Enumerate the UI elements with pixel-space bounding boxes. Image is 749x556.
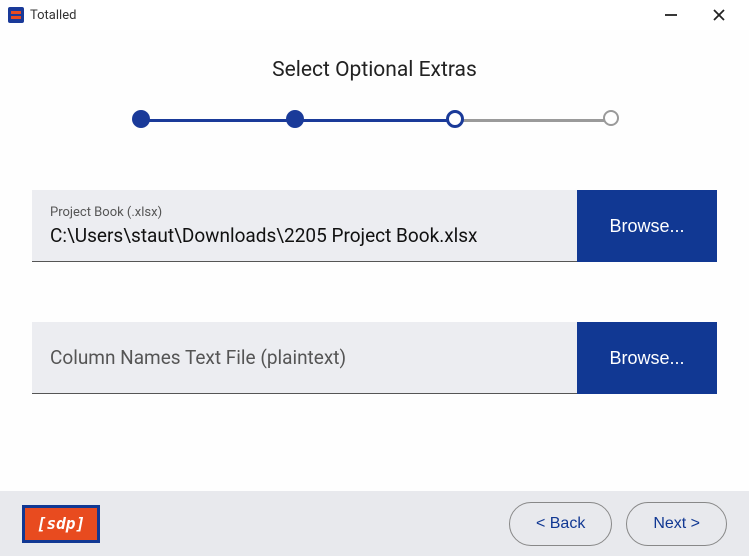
title-bar: Totalled <box>0 0 749 30</box>
stepper-track-empty <box>460 119 611 122</box>
close-button[interactable] <box>709 5 729 25</box>
nav-buttons: < Back Next > <box>509 502 727 546</box>
back-button[interactable]: < Back <box>509 502 612 546</box>
app-icon <box>8 7 24 23</box>
step-dot-2 <box>286 110 304 128</box>
stepper <box>130 110 619 130</box>
column-names-placeholder: Column Names Text File (plaintext) <box>50 346 559 369</box>
project-book-row: Project Book (.xlsx) C:\Users\staut\Down… <box>32 190 717 262</box>
project-book-value: C:\Users\staut\Downloads\2205 Project Bo… <box>50 224 559 247</box>
next-button[interactable]: Next > <box>626 502 727 546</box>
footer: [sdp] < Back Next > <box>0 491 749 556</box>
column-names-browse-button[interactable]: Browse... <box>577 322 717 394</box>
step-dot-1 <box>132 110 150 128</box>
column-names-input[interactable]: Column Names Text File (plaintext) <box>32 322 577 394</box>
project-book-label: Project Book (.xlsx) <box>50 205 559 220</box>
step-dot-4 <box>603 110 619 126</box>
window-controls <box>661 5 741 25</box>
step-dot-3-current <box>446 110 464 128</box>
page-title: Select Optional Extras <box>0 58 749 82</box>
sdp-logo: [sdp] <box>22 505 100 543</box>
column-names-row: Column Names Text File (plaintext) Brows… <box>32 322 717 394</box>
window-title: Totalled <box>30 8 76 23</box>
project-book-browse-button[interactable]: Browse... <box>577 190 717 262</box>
project-book-input[interactable]: Project Book (.xlsx) C:\Users\staut\Down… <box>32 190 577 262</box>
minimize-button[interactable] <box>661 5 681 25</box>
